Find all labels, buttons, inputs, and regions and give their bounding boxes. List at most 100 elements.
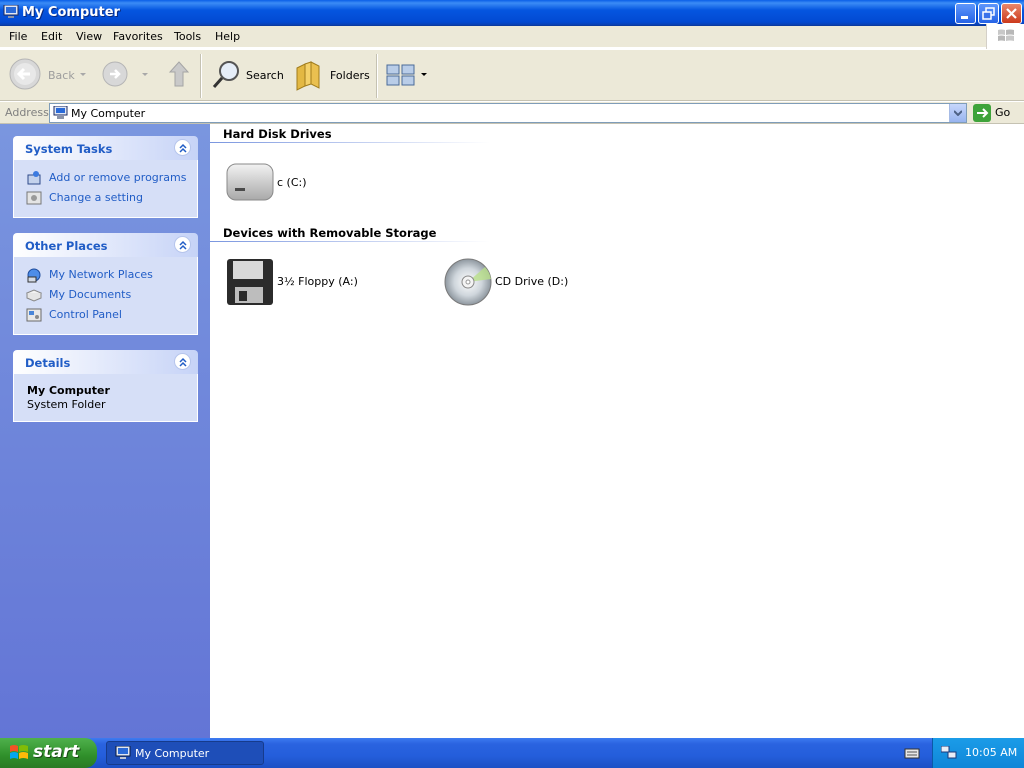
address-input[interactable]: My Computer [49,103,967,123]
system-tasks-body: Add or remove programs Change a setting [13,160,198,218]
address-label: Address [5,106,49,119]
folders-button[interactable]: Folders [293,50,373,100]
menu-file[interactable]: File [9,30,27,43]
back-arrow-icon [9,58,41,90]
my-computer-icon [3,5,19,18]
restore-icon [982,7,995,20]
other-places-panel: Other Places My Network Places My Docume… [13,233,198,335]
place-label: My Documents [49,288,132,301]
task-label: Add or remove programs [49,171,187,184]
address-bar: Address My Computer Go [0,102,1024,124]
group-divider [210,142,490,143]
my-computer-icon [115,746,131,759]
windows-logo-icon [10,745,28,759]
cd-drive-icon [444,258,492,306]
file-view[interactable]: Hard Disk Drives c (C:) Devices with Rem… [210,124,1024,738]
taskbar-window-button[interactable]: My Computer [106,741,264,765]
drive-label: 3½ Floppy (A:) [277,275,358,288]
hard-drive-icon [226,163,274,201]
menu-tools[interactable]: Tools [174,30,201,43]
group-title-removable-storage: Devices with Removable Storage [223,226,437,240]
start-label: start [33,742,80,762]
my-documents-icon [26,289,42,302]
views-button[interactable] [383,50,431,100]
minimize-button[interactable] [955,3,976,24]
up-folder-icon [168,61,190,87]
title-bar[interactable]: My Computer [0,0,1024,26]
menu-help[interactable]: Help [215,30,240,43]
close-button[interactable] [1001,3,1022,24]
toolbar-separator [200,54,202,98]
back-button[interactable]: Back [6,50,90,100]
add-remove-programs-icon [27,171,41,185]
other-places-header[interactable]: Other Places [13,233,198,257]
my-computer-icon [53,106,68,119]
window-title: My Computer [22,5,120,20]
search-icon [212,61,239,88]
folders-icon [296,61,320,91]
collapse-button[interactable] [174,236,191,253]
system-tray: 10:05 AM [932,738,1024,768]
system-tasks-header[interactable]: System Tasks [13,136,198,160]
folders-label: Folders [330,69,370,82]
collapse-button[interactable] [174,353,191,370]
go-arrow-icon [973,104,991,122]
task-pane: System Tasks Add or remove programs Chan… [0,124,210,738]
system-tasks-title: System Tasks [25,142,113,156]
address-dropdown-button[interactable] [949,104,966,122]
forward-arrow-icon [102,61,128,87]
start-button[interactable]: start [0,738,97,768]
forward-dropdown-icon[interactable] [142,73,148,77]
restore-button[interactable] [978,3,999,24]
other-places-title: Other Places [25,239,108,253]
back-label: Back [48,69,75,82]
details-header[interactable]: Details [13,350,198,374]
menu-view[interactable]: View [76,30,102,43]
go-label: Go [995,106,1011,119]
back-dropdown-icon[interactable] [80,73,86,77]
clock[interactable]: 10:05 AM [965,746,1017,759]
chevron-up-double-icon [179,357,187,367]
minimize-icon [961,16,968,19]
address-value: My Computer [71,107,146,120]
my-computer-window: My Computer File Edit View Favorites Too… [0,0,1024,738]
taskbar-window-label: My Computer [135,747,210,760]
drive-d[interactable]: CD Drive (D:) [443,257,583,307]
views-icon [386,64,415,86]
details-type: System Folder [27,398,106,411]
control-panel-icon [26,308,42,322]
group-title-hard-disk-drives: Hard Disk Drives [223,127,332,141]
collapse-button[interactable] [174,139,191,156]
windows-throbber [986,24,1024,49]
windows-flag-icon [998,29,1014,41]
chevron-up-double-icon [179,143,187,153]
task-label: Change a setting [49,191,143,204]
drive-label: c (C:) [277,176,307,189]
details-title: Details [25,356,71,370]
control-setting-icon [26,191,42,205]
toolbar-separator [376,54,378,98]
chevron-down-icon [954,110,962,116]
drive-label: CD Drive (D:) [495,275,569,288]
keyboard-language-icon[interactable] [904,746,920,760]
menu-bar: File Edit View Favorites Tools Help [0,26,1024,48]
network-places-icon [27,268,41,283]
details-name: My Computer [27,384,110,397]
place-label: My Network Places [49,268,153,281]
chevron-up-double-icon [179,240,187,250]
network-connection-icon[interactable] [941,746,957,760]
menu-favorites[interactable]: Favorites [113,30,163,43]
other-places-body: My Network Places My Documents Control P… [13,257,198,335]
drive-a[interactable]: 3½ Floppy (A:) [225,257,385,307]
close-icon [1006,8,1017,19]
up-button[interactable] [163,50,195,100]
go-button[interactable]: Go [971,103,1021,123]
place-label: Control Panel [49,308,122,321]
group-divider [210,241,490,242]
views-dropdown-icon[interactable] [421,73,427,77]
search-button[interactable]: Search [208,50,286,100]
menu-edit[interactable]: Edit [41,30,62,43]
drive-c[interactable]: c (C:) [225,158,335,208]
details-body: My Computer System Folder [13,374,198,422]
forward-button[interactable] [98,50,154,100]
